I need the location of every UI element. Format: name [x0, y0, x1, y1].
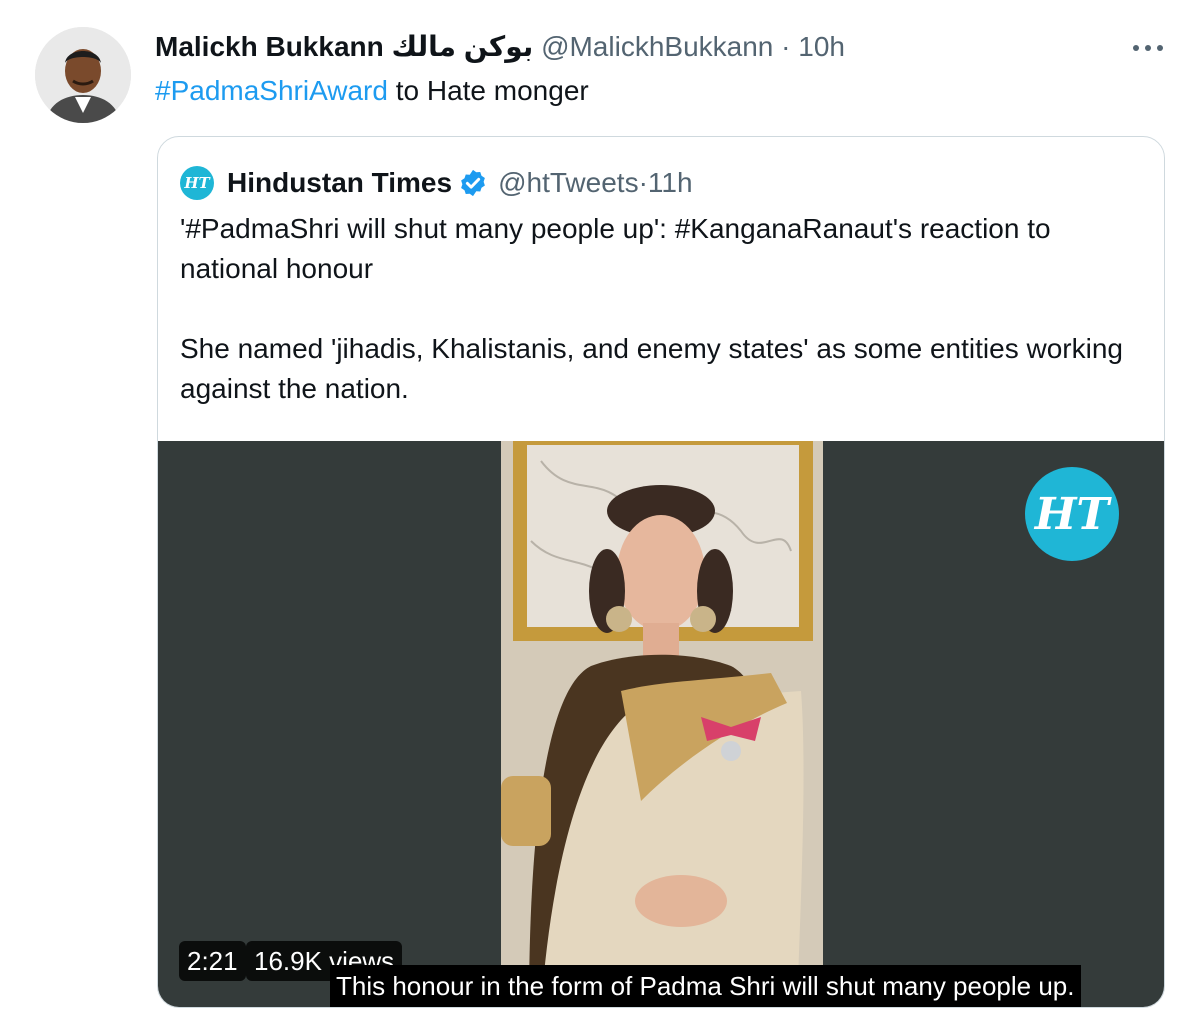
tweet-text: #PadmaShriAward to Hate monger	[155, 74, 589, 108]
quoted-paragraph-1: '#PadmaShri will shut many people up': #…	[180, 213, 1051, 284]
quoted-tweet[interactable]: HT Hindustan Times @htTweets · 11h '#Pad…	[157, 136, 1165, 1008]
quoted-tweet-header: HT Hindustan Times @htTweets · 11h	[180, 165, 693, 201]
tweet[interactable]: Malickh Bukkann بوكن مالك @MalickhBukkan…	[0, 0, 1197, 1025]
separator-dot: ·	[638, 167, 648, 198]
video-player[interactable]: HT 2:21 16.9K views This honour in the f…	[158, 441, 1164, 1007]
ht-logo-icon[interactable]: HT	[180, 166, 214, 200]
avatar-photo	[35, 27, 131, 123]
separator-dot: ·	[781, 31, 791, 62]
ht-watermark-icon: HT	[1025, 467, 1119, 561]
quoted-tweet-text: '#PadmaShri will shut many people up': #…	[180, 209, 1150, 409]
hashtag-link[interactable]: #PadmaShriAward	[155, 75, 388, 106]
quoted-author-name[interactable]: Hindustan Times	[227, 166, 452, 200]
more-options-icon[interactable]	[1128, 38, 1168, 58]
author-avatar[interactable]	[35, 27, 131, 123]
tweet-time[interactable]: 10h	[798, 31, 845, 62]
video-subtitle: This honour in the form of Padma Shri wi…	[330, 965, 1081, 1007]
author-handle[interactable]: @MalickhBukkann	[541, 31, 773, 62]
video-thumbnail-image	[501, 441, 823, 1007]
video-duration: 2:21	[179, 941, 246, 981]
tweet-text-rest: to Hate monger	[387, 75, 589, 106]
quoted-paragraph-2: She named 'jihadis, Khalistanis, and ene…	[180, 333, 1123, 404]
quoted-tweet-time[interactable]: 11h	[648, 166, 693, 200]
quoted-author-handle[interactable]: @htTweets	[498, 166, 638, 200]
author-name[interactable]: Malickh Bukkann بوكن مالك	[155, 31, 533, 62]
tweet-header: Malickh Bukkann بوكن مالك @MalickhBukkan…	[155, 30, 845, 64]
video-frame	[501, 441, 823, 1007]
verified-badge-icon	[461, 169, 485, 197]
